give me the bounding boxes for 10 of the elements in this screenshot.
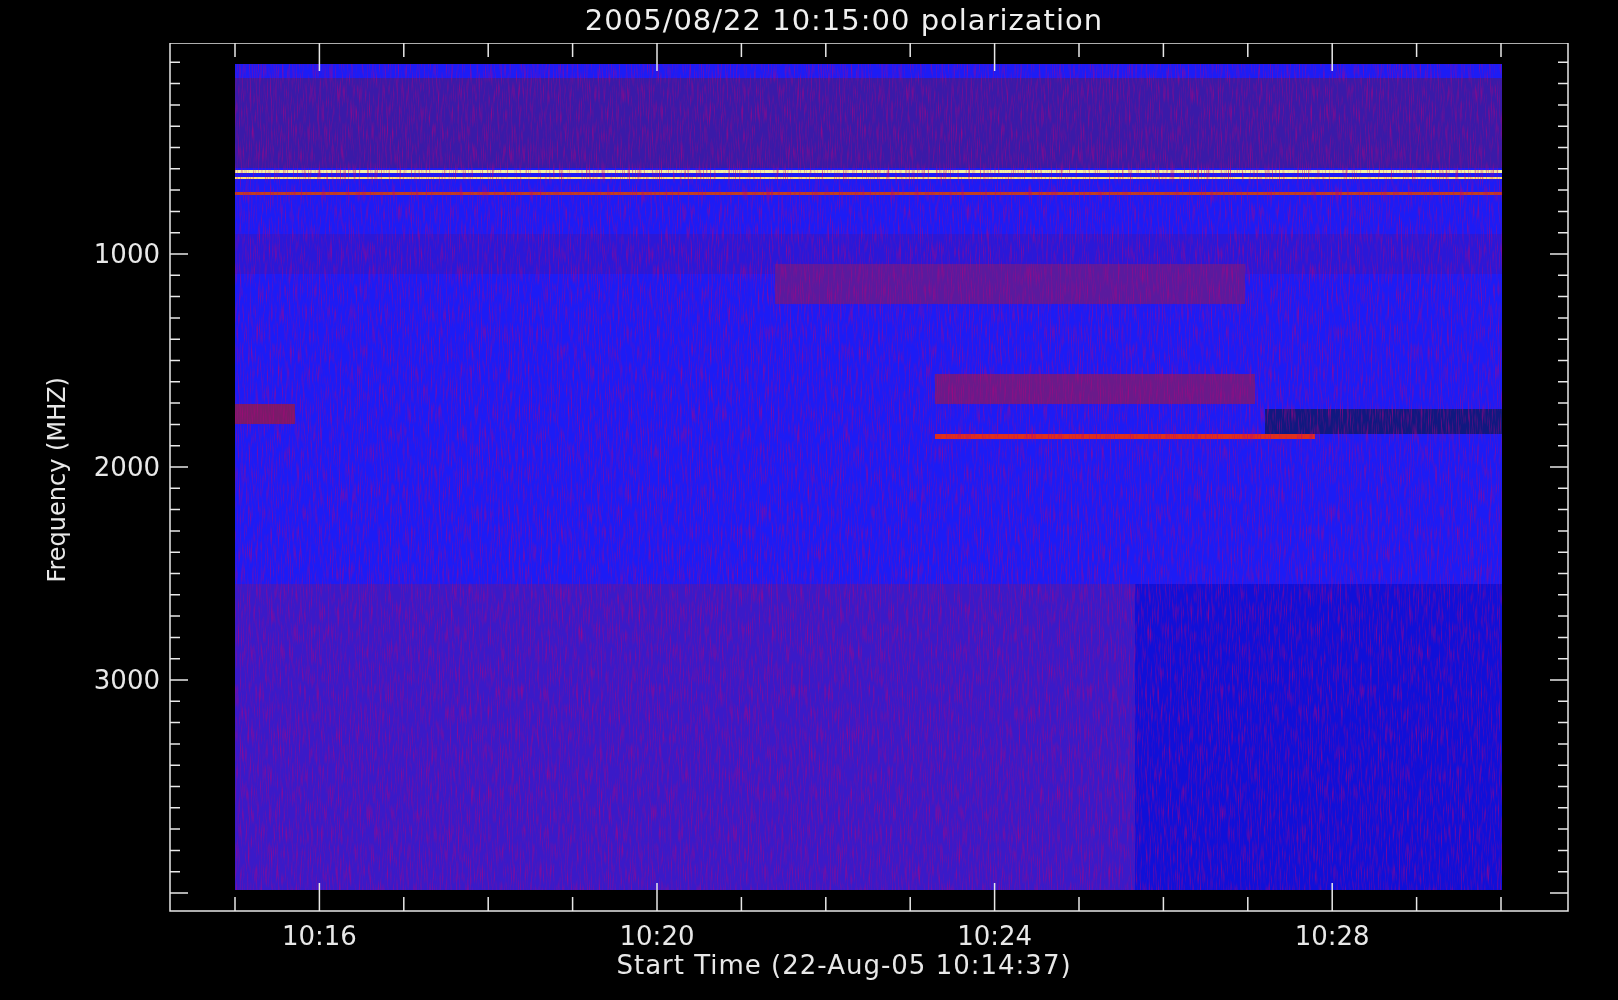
x-tick-label: 10:24 <box>957 921 1033 950</box>
chart-title: 2005/08/22 10:15:00 polarization <box>584 2 1104 39</box>
x-tick-label: 10:20 <box>619 921 695 950</box>
x-tick-label: 10:28 <box>1294 921 1370 950</box>
y-axis-label: Frequency (MHZ) <box>42 377 72 583</box>
x-axis-label: Start Time (22-Aug-05 10:14:37) <box>616 950 1072 980</box>
y-tick-label: 1000 <box>93 239 160 269</box>
y-tick-label: 2000 <box>93 452 160 482</box>
x-tick-label: 10:16 <box>281 921 357 950</box>
y-tick-label: 3000 <box>93 665 160 695</box>
